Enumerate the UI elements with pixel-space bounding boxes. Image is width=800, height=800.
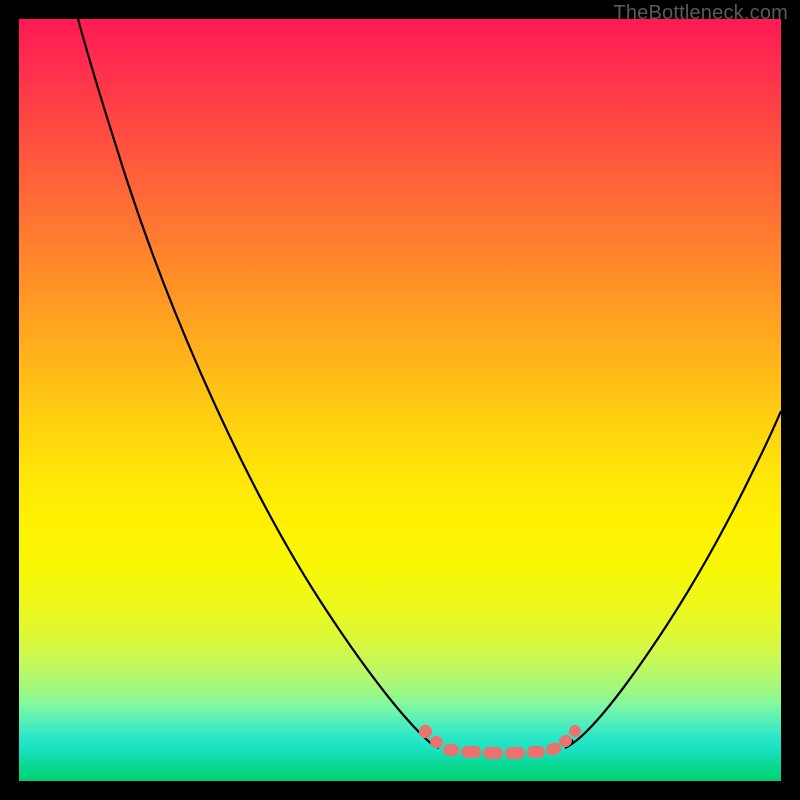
curve-layer (19, 19, 781, 781)
highlight-seg (461, 746, 481, 758)
plot-area (19, 19, 781, 781)
highlight-seg (505, 747, 525, 759)
watermark-text: TheBottleneck.com (613, 2, 788, 25)
curve-left (78, 19, 439, 748)
highlight-seg (527, 746, 545, 758)
highlight-seg (443, 744, 459, 756)
curve-right (565, 411, 781, 748)
chart-container: TheBottleneck.com (0, 0, 800, 800)
highlight-seg (483, 747, 503, 759)
